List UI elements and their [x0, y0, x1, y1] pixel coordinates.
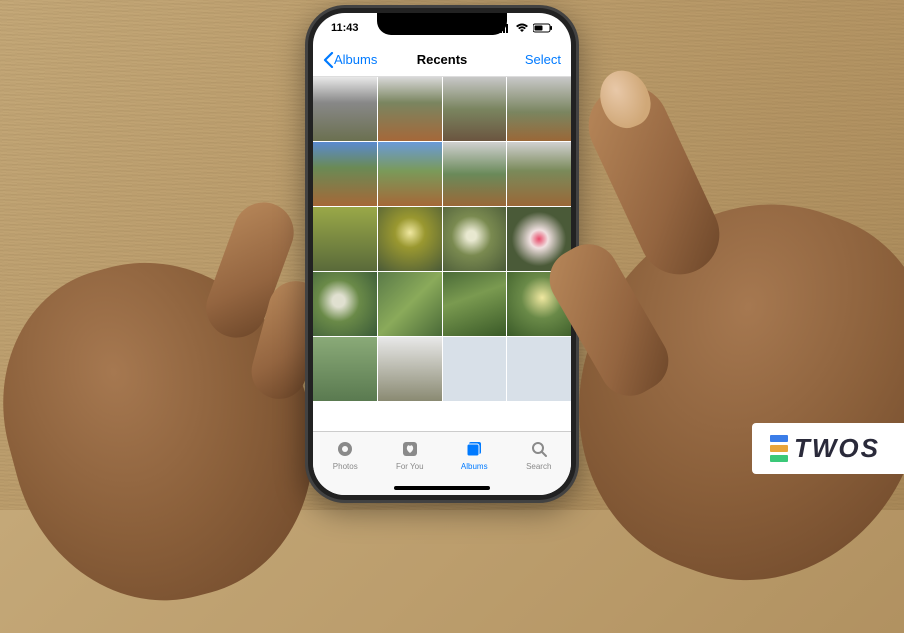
tab-label: Albums	[461, 462, 488, 471]
tab-foryou[interactable]: For You	[380, 438, 440, 471]
tab-photos[interactable]: Photos	[315, 438, 375, 471]
photo-thumbnail[interactable]	[313, 77, 377, 141]
photo-thumbnail[interactable]	[443, 272, 507, 336]
photo-thumbnail[interactable]	[443, 207, 507, 271]
status-time: 11:43	[331, 22, 359, 34]
tab-albums[interactable]: Albums	[444, 438, 504, 471]
photo-thumbnail[interactable]	[378, 142, 442, 206]
photo-grid[interactable]	[313, 77, 571, 401]
watermark-logo-icon	[770, 435, 788, 462]
wifi-icon	[515, 23, 529, 33]
back-button[interactable]: Albums	[323, 52, 377, 68]
chevron-left-icon	[323, 52, 334, 68]
photo-thumbnail[interactable]	[313, 272, 377, 336]
back-label: Albums	[334, 52, 377, 67]
photo-thumbnail[interactable]	[378, 337, 442, 401]
photos-icon	[334, 438, 356, 460]
foryou-icon	[399, 438, 421, 460]
photo-thumbnail[interactable]	[378, 207, 442, 271]
phone-screen: 11:43 Albums Recents Sele	[313, 13, 571, 495]
watermark-text: TWOS	[794, 433, 880, 464]
photo-thumbnail[interactable]	[313, 337, 377, 401]
search-icon	[528, 438, 550, 460]
photo-grid-empty	[507, 337, 571, 401]
photo-thumbnail[interactable]	[378, 77, 442, 141]
photo-thumbnail[interactable]	[507, 77, 571, 141]
albums-icon	[463, 438, 485, 460]
select-button[interactable]: Select	[525, 52, 561, 67]
photo-thumbnail[interactable]	[378, 272, 442, 336]
photo-thumbnail[interactable]	[313, 142, 377, 206]
photo-thumbnail[interactable]	[313, 207, 377, 271]
photo-thumbnail[interactable]	[443, 142, 507, 206]
tab-label: For You	[396, 462, 424, 471]
tab-label: Search	[526, 462, 551, 471]
watermark-badge: TWOS	[752, 423, 904, 474]
photo-grid-empty	[443, 337, 507, 401]
photo-thumbnail[interactable]	[443, 77, 507, 141]
battery-icon	[533, 23, 553, 33]
navigation-bar: Albums Recents Select	[313, 43, 571, 77]
tab-search[interactable]: Search	[509, 438, 569, 471]
home-indicator[interactable]	[394, 486, 490, 490]
iphone-device: 11:43 Albums Recents Sele	[305, 5, 579, 503]
photo-thumbnail[interactable]	[507, 142, 571, 206]
tab-label: Photos	[333, 462, 358, 471]
iphone-notch	[377, 13, 507, 35]
nav-title: Recents	[417, 52, 468, 67]
